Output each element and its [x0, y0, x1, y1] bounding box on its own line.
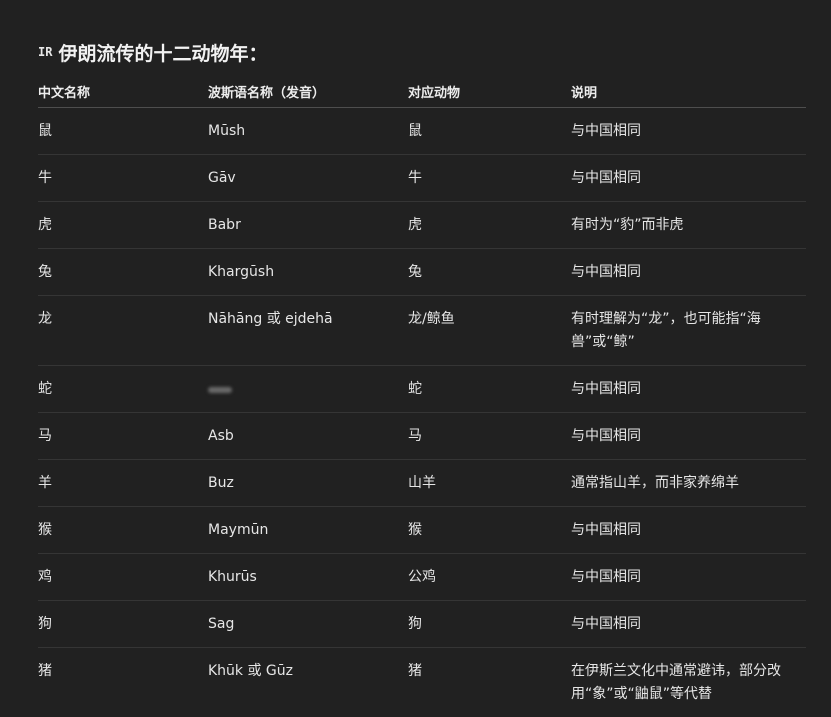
cell-note: 在伊斯兰文化中通常避讳，部分改用“象”或“鼬鼠”等代替 — [571, 648, 806, 717]
cell-chinese-name: 兔 — [38, 249, 208, 296]
cell-note: 通常指山羊，而非家养绵羊 — [571, 460, 806, 507]
cell-animal: 猪 — [408, 648, 571, 717]
cell-persian-name: Khurūs — [208, 554, 408, 601]
cell-note: 与中国相同 — [571, 249, 806, 296]
cell-chinese-name: 蛇 — [38, 366, 208, 413]
redacted-text — [208, 387, 232, 393]
cell-animal: 公鸡 — [408, 554, 571, 601]
cell-animal: 兔 — [408, 249, 571, 296]
table-row: 牛 Gāv 牛 与中国相同 — [38, 155, 806, 202]
table-row: 蛇 蛇 与中国相同 — [38, 366, 806, 413]
cell-note: 有时理解为“龙”，也可能指“海兽”或“鲸” — [571, 296, 806, 366]
cell-chinese-name: 龙 — [38, 296, 208, 366]
table-row: 鸡 Khurūs 公鸡 与中国相同 — [38, 554, 806, 601]
cell-note: 与中国相同 — [571, 155, 806, 202]
cell-note: 与中国相同 — [571, 366, 806, 413]
cell-note: 与中国相同 — [571, 507, 806, 554]
table-row: 猴 Maymūn 猴 与中国相同 — [38, 507, 806, 554]
cell-animal: 猴 — [408, 507, 571, 554]
cell-note: 有时为“豹”而非虎 — [571, 202, 806, 249]
cell-persian-name: Buz — [208, 460, 408, 507]
column-header-animal: 对应动物 — [408, 76, 571, 108]
cell-persian-name: Mūsh — [208, 108, 408, 155]
table-row: 狗 Sag 狗 与中国相同 — [38, 601, 806, 648]
cell-chinese-name: 牛 — [38, 155, 208, 202]
cell-persian-name: Maymūn — [208, 507, 408, 554]
cell-animal: 蛇 — [408, 366, 571, 413]
cell-persian-name: Nāhāng 或 ejdehā — [208, 296, 408, 366]
column-header-persian-name: 波斯语名称（发音） — [208, 76, 408, 108]
cell-note: 与中国相同 — [571, 554, 806, 601]
chat-response: IR 伊朗流传的十二动物年： 中文名称 波斯语名称（发音） 对应动物 说明 鼠 … — [0, 0, 831, 706]
table-row: 虎 Babr 虎 有时为“豹”而非虎 — [38, 202, 806, 249]
cell-persian-name: Khargūsh — [208, 249, 408, 296]
cell-note: 与中国相同 — [571, 601, 806, 648]
cell-chinese-name: 鸡 — [38, 554, 208, 601]
cell-animal: 鼠 — [408, 108, 571, 155]
column-header-chinese-name: 中文名称 — [38, 76, 208, 108]
cell-animal: 牛 — [408, 155, 571, 202]
section-title: 伊朗流传的十二动物年： — [58, 39, 267, 66]
cell-animal: 龙/鲸鱼 — [408, 296, 571, 366]
table-row: 龙 Nāhāng 或 ejdehā 龙/鲸鱼 有时理解为“龙”，也可能指“海兽”… — [38, 296, 806, 366]
table-row: 鼠 Mūsh 鼠 与中国相同 — [38, 108, 806, 155]
table-row: 兔 Khargūsh 兔 与中国相同 — [38, 249, 806, 296]
cell-animal: 马 — [408, 413, 571, 460]
cell-chinese-name: 羊 — [38, 460, 208, 507]
table-header-row: 中文名称 波斯语名称（发音） 对应动物 说明 — [38, 76, 806, 108]
cell-chinese-name: 虎 — [38, 202, 208, 249]
cell-animal: 狗 — [408, 601, 571, 648]
table-row: 马 Asb 马 与中国相同 — [38, 413, 806, 460]
section-heading: IR 伊朗流传的十二动物年： — [38, 38, 267, 66]
cell-chinese-name: 鼠 — [38, 108, 208, 155]
cell-persian-name: Babr — [208, 202, 408, 249]
cell-chinese-name: 马 — [38, 413, 208, 460]
cell-persian-name — [208, 366, 408, 413]
cell-persian-name: Asb — [208, 413, 408, 460]
cell-note: 与中国相同 — [571, 413, 806, 460]
cell-chinese-name: 猪 — [38, 648, 208, 717]
cell-persian-name: Gāv — [208, 155, 408, 202]
cell-chinese-name: 狗 — [38, 601, 208, 648]
cell-chinese-name: 猴 — [38, 507, 208, 554]
zodiac-table: 中文名称 波斯语名称（发音） 对应动物 说明 鼠 Mūsh 鼠 与中国相同 牛 … — [38, 76, 806, 717]
table-row: 猪 Khūk 或 Gūz 猪 在伊斯兰文化中通常避讳，部分改用“象”或“鼬鼠”等… — [38, 648, 806, 717]
cell-note: 与中国相同 — [571, 108, 806, 155]
cell-persian-name: Khūk 或 Gūz — [208, 648, 408, 717]
cell-persian-name: Sag — [208, 601, 408, 648]
cell-animal: 虎 — [408, 202, 571, 249]
table-row: 羊 Buz 山羊 通常指山羊，而非家养绵羊 — [38, 460, 806, 507]
column-header-note: 说明 — [571, 76, 806, 108]
cell-animal: 山羊 — [408, 460, 571, 507]
iran-flag-icon: IR — [38, 45, 52, 59]
